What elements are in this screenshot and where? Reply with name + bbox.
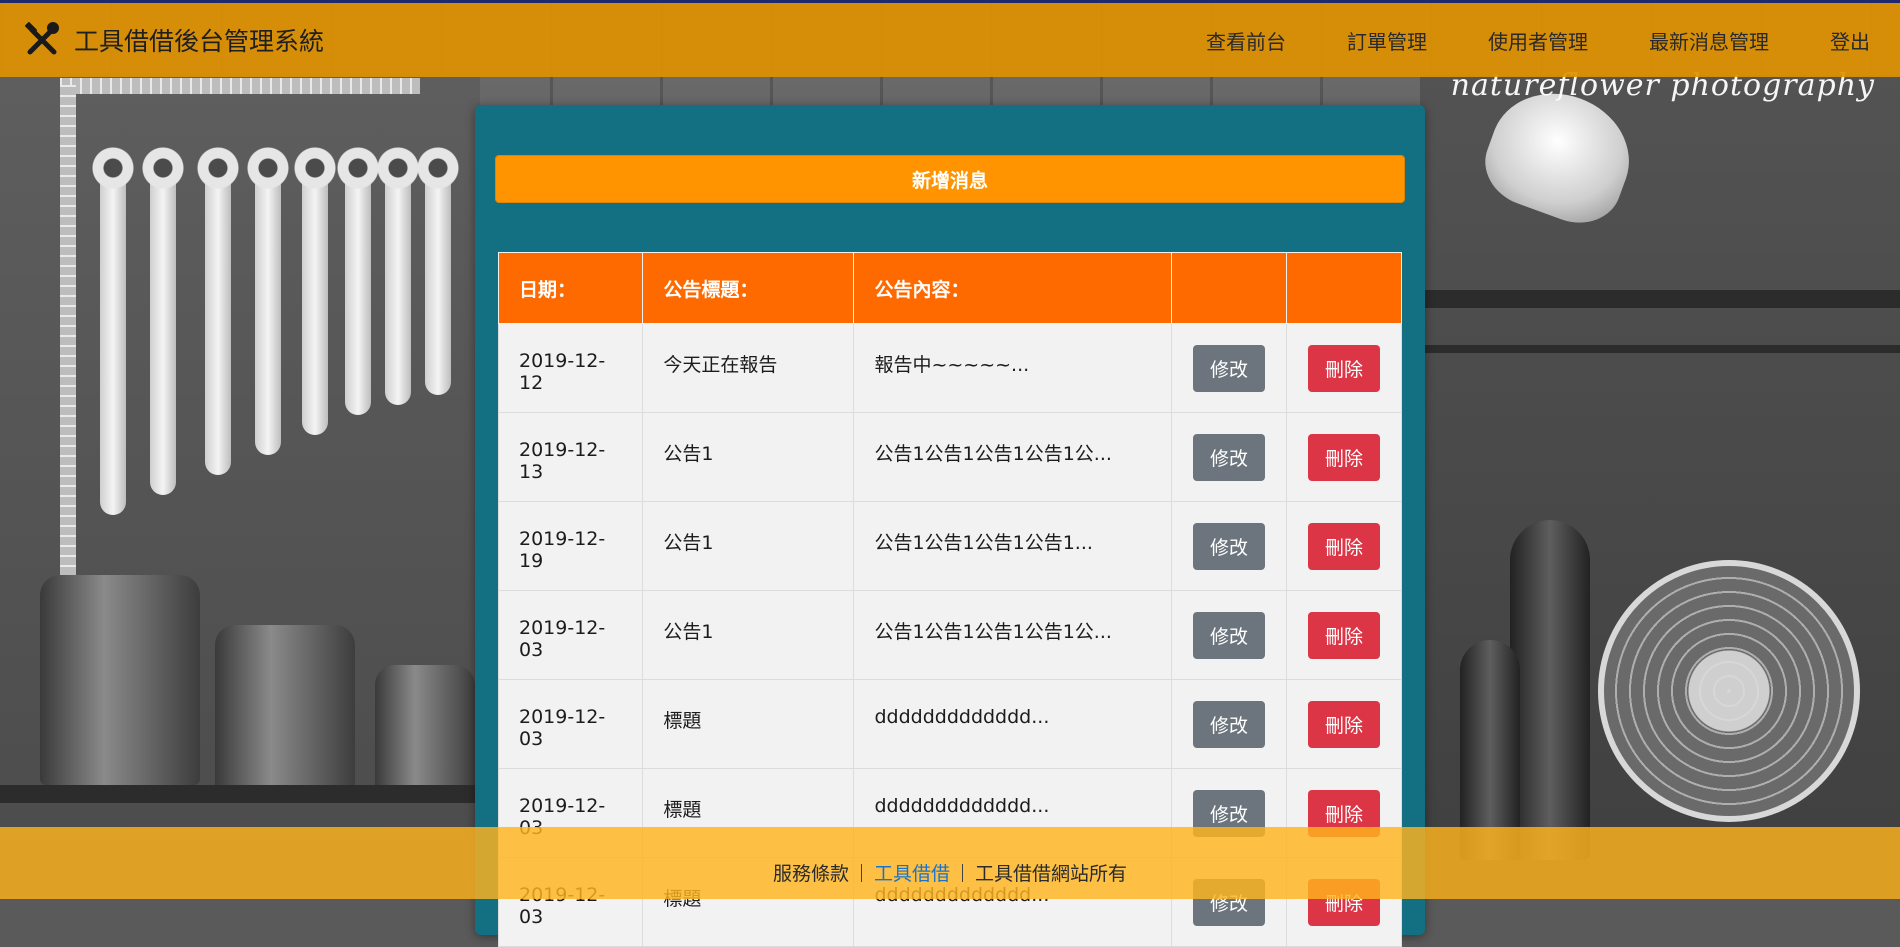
cell-date: 2019-12-03 bbox=[497, 679, 644, 769]
footer-divider bbox=[860, 864, 862, 882]
cell-content: 公告1公告1公告1公告1公... bbox=[853, 590, 1173, 680]
footer: 服務條款 工具借借 工具借借網站所有 bbox=[0, 827, 1900, 899]
cell-title: 公告1 bbox=[642, 590, 855, 680]
footer-home-link[interactable]: 工具借借 bbox=[874, 863, 950, 885]
navbar: 工具借借後台管理系統 查看前台 訂單管理 使用者管理 最新消息管理 登出 bbox=[0, 3, 1900, 77]
wrench-decor bbox=[142, 147, 184, 495]
horn-decor bbox=[1510, 520, 1590, 860]
app-title: 工具借借後台管理系統 bbox=[74, 27, 325, 56]
cell-title: 標題 bbox=[642, 679, 855, 769]
footer-copyright: 工具借借網站所有 bbox=[975, 863, 1128, 885]
table-row: 2019-12-12 今天正在報告 報告中~~~~~... 修改 刪除 bbox=[497, 323, 1403, 413]
wrench-decor bbox=[337, 147, 379, 415]
footer-divider bbox=[962, 864, 963, 882]
fan-decor bbox=[1598, 560, 1860, 822]
edit-button[interactable]: 修改 bbox=[1193, 344, 1265, 392]
cell-date: 2019-12-13 bbox=[497, 412, 644, 502]
column-header-delete bbox=[1285, 252, 1403, 324]
delete-button[interactable]: 刪除 bbox=[1307, 344, 1380, 392]
cell-date: 2019-12-12 bbox=[497, 323, 644, 413]
footer-links: 服務條款 工具借借 工具借借網站所有 bbox=[0, 859, 1900, 886]
column-header-title: 公告標題： bbox=[642, 252, 855, 324]
cell-date: 2019-12-19 bbox=[497, 501, 644, 591]
column-header-content: 公告內容： bbox=[853, 252, 1173, 324]
main-nav: 查看前台 訂單管理 使用者管理 最新消息管理 登出 bbox=[1145, 26, 1870, 55]
cell-date: 2019-12-03 bbox=[497, 590, 644, 680]
cell-content: 公告1公告1公告1公告1... bbox=[853, 501, 1173, 591]
cell-edit: 修改 bbox=[1171, 590, 1287, 680]
column-header-edit bbox=[1171, 252, 1287, 324]
cell-edit: 修改 bbox=[1171, 501, 1287, 591]
cell-delete: 刪除 bbox=[1285, 412, 1403, 502]
cell-delete: 刪除 bbox=[1285, 590, 1403, 680]
oil-can-decor bbox=[375, 665, 475, 790]
column-header-date: 日期： bbox=[497, 252, 644, 324]
cell-delete: 刪除 bbox=[1285, 323, 1403, 413]
wrench-decor bbox=[294, 147, 336, 435]
cell-edit: 修改 bbox=[1171, 412, 1287, 502]
shelf-decor bbox=[0, 785, 480, 803]
cell-delete: 刪除 bbox=[1285, 679, 1403, 769]
edit-button[interactable]: 修改 bbox=[1193, 611, 1265, 659]
ruler-top-decor bbox=[60, 78, 420, 94]
wrench-decor bbox=[197, 147, 239, 475]
table-header-row: 日期： 公告標題： 公告內容： bbox=[497, 252, 1403, 324]
cell-content: 報告中~~~~~... bbox=[853, 323, 1173, 413]
oil-can-decor bbox=[40, 575, 200, 785]
wrench-decor bbox=[377, 147, 419, 405]
shelf-decor bbox=[1420, 345, 1900, 353]
nav-logout[interactable]: 登出 bbox=[1830, 26, 1870, 55]
nav-view-frontend[interactable]: 查看前台 bbox=[1206, 26, 1286, 55]
nav-news-management[interactable]: 最新消息管理 bbox=[1649, 26, 1769, 55]
table-row: 2019-12-03 標題 ddddddddddddd... 修改 刪除 bbox=[497, 679, 1403, 769]
cell-content: ddddddddddddd... bbox=[853, 679, 1173, 769]
add-news-button[interactable]: 新增消息 bbox=[495, 155, 1405, 203]
shelf-decor bbox=[1420, 290, 1900, 308]
brand[interactable]: 工具借借後台管理系統 bbox=[22, 20, 324, 60]
cell-title: 公告1 bbox=[642, 412, 855, 502]
table-row: 2019-12-19 公告1 公告1公告1公告1公告1... 修改 刪除 bbox=[497, 501, 1403, 591]
footer-terms-link[interactable]: 服務條款 bbox=[773, 863, 849, 885]
cell-delete: 刪除 bbox=[1285, 501, 1403, 591]
delete-button[interactable]: 刪除 bbox=[1307, 700, 1380, 748]
cell-content: 公告1公告1公告1公告1公... bbox=[853, 412, 1173, 502]
news-panel: 新增消息 日期： 公告標題： 公告內容： 2019-12-12 今天正在報告 報… bbox=[475, 105, 1425, 947]
wrench-decor bbox=[247, 147, 289, 455]
edit-button[interactable]: 修改 bbox=[1193, 522, 1265, 570]
edit-button[interactable]: 修改 bbox=[1193, 700, 1265, 748]
cell-edit: 修改 bbox=[1171, 323, 1287, 413]
table-row: 2019-12-13 公告1 公告1公告1公告1公告1公... 修改 刪除 bbox=[497, 412, 1403, 502]
cell-title: 今天正在報告 bbox=[642, 323, 855, 413]
wrench-decor bbox=[92, 147, 134, 515]
cell-title: 公告1 bbox=[642, 501, 855, 591]
tools-icon bbox=[25, 22, 59, 55]
delete-button[interactable]: 刪除 bbox=[1307, 611, 1380, 659]
table-row: 2019-12-03 公告1 公告1公告1公告1公告1公... 修改 刪除 bbox=[497, 590, 1403, 680]
nav-user-management[interactable]: 使用者管理 bbox=[1488, 26, 1588, 55]
delete-button[interactable]: 刪除 bbox=[1307, 522, 1380, 570]
oil-can-decor bbox=[215, 625, 355, 790]
cell-edit: 修改 bbox=[1171, 679, 1287, 769]
nav-order-management[interactable]: 訂單管理 bbox=[1347, 26, 1427, 55]
wrench-decor bbox=[417, 147, 459, 395]
edit-button[interactable]: 修改 bbox=[1193, 433, 1265, 481]
delete-button[interactable]: 刪除 bbox=[1307, 433, 1380, 481]
